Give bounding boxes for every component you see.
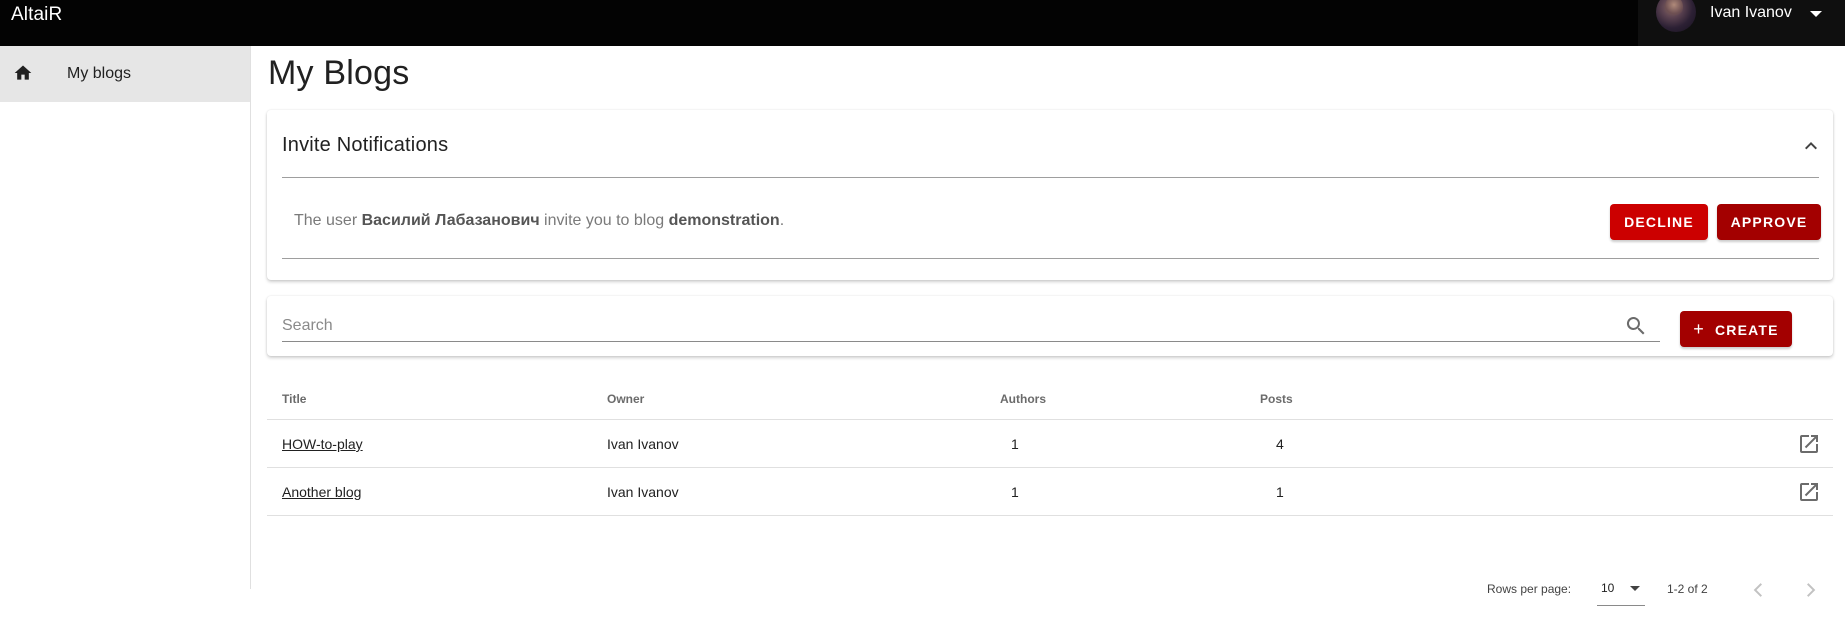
- invite-message-prefix: The user: [294, 212, 362, 229]
- blog-authors-count: 1: [1011, 436, 1019, 452]
- sidebar-item-my-blogs[interactable]: My blogs: [0, 46, 250, 102]
- invite-message: The user Василий Лабазанович invite you …: [294, 212, 784, 230]
- divider: [282, 177, 1819, 178]
- column-header-title[interactable]: Title: [282, 392, 306, 406]
- main-content: My Blogs Invite Notifications The user В…: [252, 46, 1845, 606]
- invite-message-middle: invite you to blog: [539, 212, 669, 229]
- blog-posts-count: 1: [1276, 484, 1284, 500]
- chevron-down-icon: [1810, 11, 1822, 17]
- column-header-owner[interactable]: Owner: [607, 392, 644, 406]
- sidebar: My blogs: [0, 46, 251, 589]
- previous-page-icon[interactable]: [1743, 574, 1775, 606]
- open-in-new-icon[interactable]: [1797, 432, 1821, 456]
- create-label: CREATE: [1714, 322, 1779, 338]
- column-header-posts[interactable]: Posts: [1260, 392, 1293, 406]
- blog-title-link[interactable]: HOW-to-play: [282, 436, 363, 452]
- rows-per-page-label: Rows per page:: [1487, 582, 1572, 596]
- rows-per-page-select[interactable]: 10: [1597, 574, 1645, 606]
- approve-button[interactable]: APPROVE: [1717, 204, 1821, 240]
- inviter-name: Василий Лабазанович: [361, 212, 540, 229]
- table-row: Another blog Ivan Ivanov 1 1: [267, 468, 1833, 516]
- plus-icon: +: [1693, 319, 1705, 339]
- top-app-bar: AltaiR Ivan Ivanov: [0, 0, 1845, 46]
- app-title: AltaiR: [11, 4, 63, 25]
- blog-name: demonstration: [668, 212, 780, 229]
- divider: [282, 258, 1819, 259]
- blog-authors-count: 1: [1011, 484, 1019, 500]
- search-field: [282, 306, 1660, 342]
- invite-message-suffix: .: [779, 212, 785, 229]
- blog-owner: Ivan Ivanov: [607, 436, 679, 452]
- user-menu-button[interactable]: Ivan Ivanov: [1638, 0, 1845, 46]
- blog-owner: Ivan Ivanov: [607, 484, 679, 500]
- rows-per-page-value: 10: [1601, 581, 1615, 595]
- decline-button[interactable]: DECLINE: [1610, 204, 1708, 240]
- avatar: [1656, 0, 1696, 32]
- home-icon: [14, 65, 32, 80]
- table-header: Title Owner Authors Posts: [267, 372, 1833, 420]
- page-range-info: 1-2 of 2: [1667, 582, 1708, 596]
- blog-title-link[interactable]: Another blog: [282, 484, 361, 500]
- chevron-up-icon[interactable]: [1799, 134, 1823, 158]
- search-toolbar: + CREATE: [267, 296, 1833, 356]
- table-pagination: Rows per page: 10 1-2 of 2: [267, 574, 1833, 622]
- invite-notifications-panel: Invite Notifications The user Василий Ла…: [267, 110, 1833, 280]
- user-name: Ivan Ivanov: [1710, 4, 1792, 21]
- invite-panel-title: Invite Notifications: [282, 134, 449, 156]
- open-in-new-icon[interactable]: [1797, 480, 1821, 504]
- sidebar-item-label: My blogs: [67, 65, 132, 82]
- next-page-icon[interactable]: [1794, 574, 1826, 606]
- search-icon[interactable]: [1624, 314, 1648, 338]
- column-header-authors[interactable]: Authors: [1000, 392, 1046, 406]
- page-title: My Blogs: [268, 54, 410, 92]
- create-blog-button[interactable]: + CREATE: [1680, 311, 1792, 347]
- search-input[interactable]: [282, 314, 1622, 338]
- blog-posts-count: 4: [1276, 436, 1284, 452]
- table-row: HOW-to-play Ivan Ivanov 1 4: [267, 420, 1833, 468]
